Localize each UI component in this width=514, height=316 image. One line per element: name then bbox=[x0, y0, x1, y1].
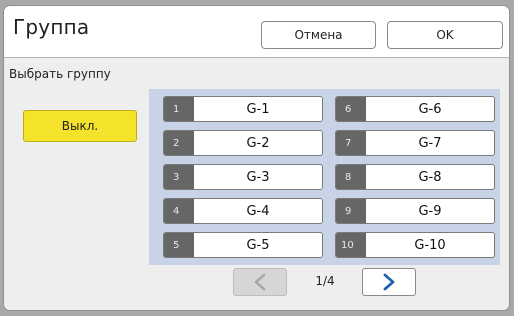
dialog-body: Выбрать группу Выкл. 1 G-1 2 G-2 3 G-3 4… bbox=[4, 58, 509, 310]
group-label: G-1 bbox=[246, 101, 270, 117]
group-number: 8 bbox=[336, 165, 366, 189]
group-button-7[interactable]: 7 G-7 bbox=[335, 130, 495, 156]
cancel-button[interactable]: Отмена bbox=[261, 21, 376, 49]
group-button-8[interactable]: 8 G-8 bbox=[335, 164, 495, 190]
group-number: 6 bbox=[336, 97, 366, 121]
group-label: G-10 bbox=[414, 237, 446, 253]
page-indicator: 1/4 bbox=[315, 274, 335, 288]
group-number: 1 bbox=[164, 97, 194, 121]
group-label: G-9 bbox=[418, 203, 442, 219]
group-grid: 1 G-1 2 G-2 3 G-3 4 G-4 5 G-5 6 G-6 7 G-… bbox=[149, 89, 500, 265]
chevron-left-icon bbox=[254, 273, 266, 291]
group-number: 9 bbox=[336, 199, 366, 223]
off-button[interactable]: Выкл. bbox=[23, 110, 137, 142]
group-button-3[interactable]: 3 G-3 bbox=[163, 164, 323, 190]
group-label: G-4 bbox=[246, 203, 270, 219]
group-button-1[interactable]: 1 G-1 bbox=[163, 96, 323, 122]
group-number: 10 bbox=[336, 233, 366, 257]
group-button-5[interactable]: 5 G-5 bbox=[163, 232, 323, 258]
previous-page-button[interactable] bbox=[233, 268, 287, 296]
group-number: 7 bbox=[336, 131, 366, 155]
page-title: Группа bbox=[13, 15, 90, 39]
group-number: 3 bbox=[164, 165, 194, 189]
group-button-10[interactable]: 10 G-10 bbox=[335, 232, 495, 258]
group-label: G-2 bbox=[246, 135, 270, 151]
group-button-4[interactable]: 4 G-4 bbox=[163, 198, 323, 224]
group-label: G-3 bbox=[246, 169, 270, 185]
group-dialog: Группа Отмена OK Выбрать группу Выкл. 1 … bbox=[4, 6, 509, 310]
chevron-right-icon bbox=[383, 273, 395, 291]
ok-button[interactable]: OK bbox=[387, 21, 503, 49]
group-label: G-5 bbox=[246, 237, 270, 253]
group-label: G-8 bbox=[418, 169, 442, 185]
group-label: G-6 bbox=[418, 101, 442, 117]
group-button-9[interactable]: 9 G-9 bbox=[335, 198, 495, 224]
section-label: Выбрать группу bbox=[9, 67, 111, 81]
group-button-6[interactable]: 6 G-6 bbox=[335, 96, 495, 122]
next-page-button[interactable] bbox=[362, 268, 416, 296]
group-number: 2 bbox=[164, 131, 194, 155]
dialog-header: Группа Отмена OK bbox=[4, 6, 509, 58]
group-button-2[interactable]: 2 G-2 bbox=[163, 130, 323, 156]
group-number: 4 bbox=[164, 199, 194, 223]
group-label: G-7 bbox=[418, 135, 442, 151]
group-number: 5 bbox=[164, 233, 194, 257]
